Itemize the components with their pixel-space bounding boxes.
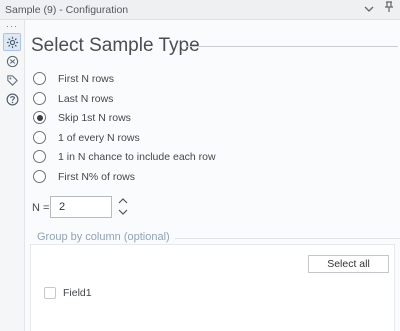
radio-button[interactable] — [33, 170, 46, 183]
help-icon[interactable] — [3, 90, 21, 108]
side-toolbar: ··· — [0, 20, 25, 331]
radio-button[interactable] — [33, 131, 46, 144]
radio-button[interactable] — [33, 111, 46, 124]
radio-button[interactable] — [33, 92, 46, 105]
option-label: Last N rows — [58, 92, 114, 105]
option-label: First N% of rows — [58, 170, 136, 183]
field-label: Field1 — [63, 287, 92, 299]
more-dots-icon[interactable]: ··· — [6, 21, 18, 31]
spin-down-icon[interactable] — [115, 207, 131, 218]
option-last-n-rows[interactable]: Last N rows — [33, 92, 113, 105]
option-label: First N rows — [58, 72, 114, 85]
configuration-panel: Select Sample Type First N rows Last N r… — [25, 20, 400, 331]
option-label: 1 in N chance to include each row — [58, 150, 216, 163]
option-random-chance[interactable]: 1 in N chance to include each row — [33, 150, 216, 163]
gear-icon[interactable] — [3, 33, 21, 51]
n-value-input[interactable]: 2 — [50, 196, 112, 218]
radio-button[interactable] — [33, 72, 46, 85]
n-field-label: N = — [32, 202, 50, 214]
spin-up-icon[interactable] — [115, 195, 131, 206]
option-one-of-every-n-rows[interactable]: 1 of every N rows — [33, 131, 140, 144]
group-divider — [175, 238, 400, 239]
tag-icon[interactable] — [3, 71, 21, 89]
pin-icon[interactable] — [384, 0, 394, 20]
option-label: 1 of every N rows — [58, 131, 140, 144]
option-skip-first-n-rows[interactable]: Skip 1st N rows — [33, 111, 131, 124]
heading-divider — [185, 46, 398, 47]
page-title: Select Sample Type — [31, 35, 200, 56]
option-first-n-percent[interactable]: First N% of rows — [33, 170, 135, 183]
group-by-panel: Select all Field1 — [30, 244, 395, 331]
select-all-button[interactable]: Select all — [308, 255, 389, 273]
chevron-down-icon[interactable] — [364, 0, 374, 20]
cube-icon[interactable] — [3, 52, 21, 70]
option-first-n-rows[interactable]: First N rows — [33, 72, 114, 85]
window-title: Sample (9) - Configuration — [5, 4, 129, 16]
radio-button[interactable] — [33, 150, 46, 163]
group-by-label: Group by column (optional) — [37, 231, 170, 243]
window-titlebar: Sample (9) - Configuration — [0, 0, 400, 20]
option-label: Skip 1st N rows — [58, 111, 131, 124]
field-checkbox[interactable] — [44, 287, 56, 299]
